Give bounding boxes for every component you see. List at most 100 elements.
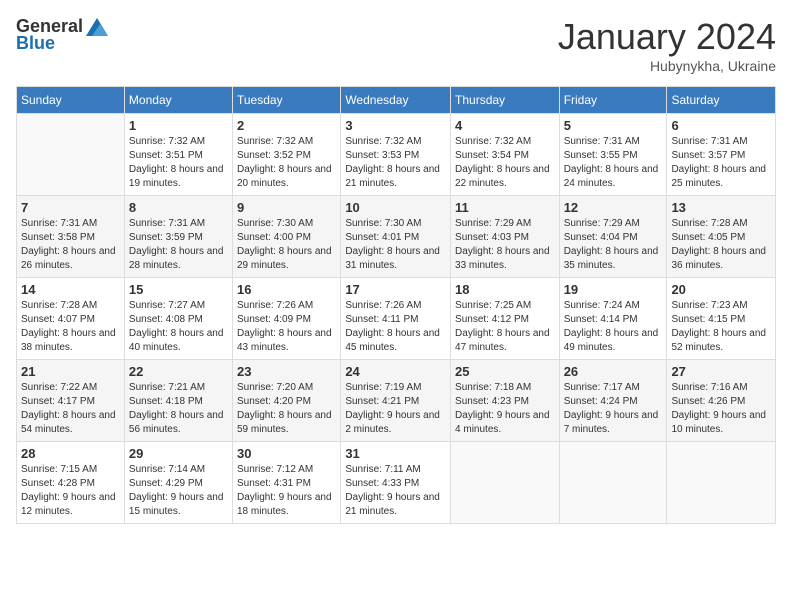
day-info: Sunrise: 7:26 AMSunset: 4:11 PMDaylight:… bbox=[345, 299, 446, 355]
table-row: 13 Sunrise: 7:28 AMSunset: 4:05 PMDayligh… bbox=[667, 196, 776, 278]
day-number: 6 bbox=[671, 118, 771, 133]
header-thursday: Thursday bbox=[451, 87, 560, 114]
calendar-week-row: 14 Sunrise: 7:28 AMSunset: 4:07 PMDayligh… bbox=[17, 278, 776, 360]
table-row: 10Sunrise: 7:30 AMSunset: 4:01 PMDayligh… bbox=[341, 196, 451, 278]
table-row: 14 Sunrise: 7:28 AMSunset: 4:07 PMDayligh… bbox=[17, 278, 125, 360]
table-row: 5 Sunrise: 7:31 AMSunset: 3:55 PMDaylight… bbox=[559, 114, 667, 196]
table-row bbox=[667, 442, 776, 524]
table-row: 24 Sunrise: 7:19 AMSunset: 4:21 PMDayligh… bbox=[341, 360, 451, 442]
day-number: 3 bbox=[345, 118, 446, 133]
logo-icon bbox=[86, 18, 108, 36]
day-info: Sunrise: 7:22 AMSunset: 4:17 PMDaylight:… bbox=[21, 381, 120, 437]
day-number: 31 bbox=[345, 446, 446, 461]
logo: General Blue bbox=[16, 16, 109, 54]
table-row: 8 Sunrise: 7:31 AMSunset: 3:59 PMDaylight… bbox=[124, 196, 232, 278]
day-info: Sunrise: 7:32 AMSunset: 3:52 PMDaylight:… bbox=[237, 135, 336, 191]
day-info: Sunrise: 7:29 AMSunset: 4:04 PMDaylight:… bbox=[564, 217, 663, 273]
table-row: 9Sunrise: 7:30 AMSunset: 4:00 PMDaylight… bbox=[233, 196, 341, 278]
day-number: 12 bbox=[564, 200, 663, 215]
day-number: 29 bbox=[129, 446, 228, 461]
day-number: 7 bbox=[21, 200, 120, 215]
header-monday: Monday bbox=[124, 87, 232, 114]
day-info: Sunrise: 7:29 AMSunset: 4:03 PMDaylight:… bbox=[455, 217, 555, 273]
header-tuesday: Tuesday bbox=[233, 87, 341, 114]
table-row: 29Sunrise: 7:14 AMSunset: 4:29 PMDayligh… bbox=[124, 442, 232, 524]
calendar-table: Sunday Monday Tuesday Wednesday Thursday… bbox=[16, 86, 776, 524]
day-info: Sunrise: 7:16 AMSunset: 4:26 PMDaylight:… bbox=[671, 381, 771, 437]
day-number: 4 bbox=[455, 118, 555, 133]
day-number: 24 bbox=[345, 364, 446, 379]
table-row: 17 Sunrise: 7:26 AMSunset: 4:11 PMDayligh… bbox=[341, 278, 451, 360]
day-number: 27 bbox=[671, 364, 771, 379]
table-row: 18 Sunrise: 7:25 AMSunset: 4:12 PMDayligh… bbox=[451, 278, 560, 360]
day-info: Sunrise: 7:32 AMSunset: 3:53 PMDaylight:… bbox=[345, 135, 446, 191]
day-info: Sunrise: 7:21 AMSunset: 4:18 PMDaylight:… bbox=[129, 381, 228, 437]
table-row: 21 Sunrise: 7:22 AMSunset: 4:17 PMDayligh… bbox=[17, 360, 125, 442]
table-row: 4 Sunrise: 7:32 AMSunset: 3:54 PMDaylight… bbox=[451, 114, 560, 196]
day-number: 25 bbox=[455, 364, 555, 379]
logo-blue-text: Blue bbox=[16, 33, 55, 54]
day-number: 10 bbox=[345, 200, 446, 215]
day-info: Sunrise: 7:12 AMSunset: 4:31 PMDaylight:… bbox=[237, 463, 336, 519]
day-number: 1 bbox=[129, 118, 228, 133]
day-number: 8 bbox=[129, 200, 228, 215]
table-row: 6Sunrise: 7:31 AMSunset: 3:57 PMDaylight… bbox=[667, 114, 776, 196]
day-info: Sunrise: 7:25 AMSunset: 4:12 PMDaylight:… bbox=[455, 299, 555, 355]
table-row bbox=[451, 442, 560, 524]
day-number: 23 bbox=[237, 364, 336, 379]
table-row: 23 Sunrise: 7:20 AMSunset: 4:20 PMDayligh… bbox=[233, 360, 341, 442]
day-number: 9 bbox=[237, 200, 336, 215]
day-info: Sunrise: 7:18 AMSunset: 4:23 PMDaylight:… bbox=[455, 381, 555, 437]
table-row: 11 Sunrise: 7:29 AMSunset: 4:03 PMDayligh… bbox=[451, 196, 560, 278]
day-number: 13 bbox=[671, 200, 771, 215]
day-info: Sunrise: 7:15 AMSunset: 4:28 PMDaylight:… bbox=[21, 463, 120, 519]
table-row: 25 Sunrise: 7:18 AMSunset: 4:23 PMDayligh… bbox=[451, 360, 560, 442]
table-row: 27 Sunrise: 7:16 AMSunset: 4:26 PMDayligh… bbox=[667, 360, 776, 442]
title-section: January 2024 Hubynykha, Ukraine bbox=[558, 16, 776, 74]
header-wednesday: Wednesday bbox=[341, 87, 451, 114]
day-info: Sunrise: 7:31 AMSunset: 3:59 PMDaylight:… bbox=[129, 217, 228, 273]
day-info: Sunrise: 7:32 AMSunset: 3:51 PMDaylight:… bbox=[129, 135, 228, 191]
table-row bbox=[17, 114, 125, 196]
header-friday: Friday bbox=[559, 87, 667, 114]
day-number: 18 bbox=[455, 282, 555, 297]
page-header: General Blue January 2024 Hubynykha, Ukr… bbox=[16, 16, 776, 74]
day-info: Sunrise: 7:31 AMSunset: 3:58 PMDaylight:… bbox=[21, 217, 120, 273]
day-info: Sunrise: 7:17 AMSunset: 4:24 PMDaylight:… bbox=[564, 381, 663, 437]
table-row: 7 Sunrise: 7:31 AMSunset: 3:58 PMDaylight… bbox=[17, 196, 125, 278]
header-sunday: Sunday bbox=[17, 87, 125, 114]
day-number: 20 bbox=[671, 282, 771, 297]
day-info: Sunrise: 7:26 AMSunset: 4:09 PMDaylight:… bbox=[237, 299, 336, 355]
calendar-week-row: 7 Sunrise: 7:31 AMSunset: 3:58 PMDaylight… bbox=[17, 196, 776, 278]
day-info: Sunrise: 7:23 AMSunset: 4:15 PMDaylight:… bbox=[671, 299, 771, 355]
day-number: 21 bbox=[21, 364, 120, 379]
day-number: 11 bbox=[455, 200, 555, 215]
table-row: 26Sunrise: 7:17 AMSunset: 4:24 PMDayligh… bbox=[559, 360, 667, 442]
day-number: 19 bbox=[564, 282, 663, 297]
day-info: Sunrise: 7:19 AMSunset: 4:21 PMDaylight:… bbox=[345, 381, 446, 437]
day-number: 14 bbox=[21, 282, 120, 297]
calendar-week-row: 28 Sunrise: 7:15 AMSunset: 4:28 PMDayligh… bbox=[17, 442, 776, 524]
location-subtitle: Hubynykha, Ukraine bbox=[558, 58, 776, 74]
day-number: 22 bbox=[129, 364, 228, 379]
day-number: 5 bbox=[564, 118, 663, 133]
table-row: 12 Sunrise: 7:29 AMSunset: 4:04 PMDayligh… bbox=[559, 196, 667, 278]
day-info: Sunrise: 7:11 AMSunset: 4:33 PMDaylight:… bbox=[345, 463, 446, 519]
table-row: 22 Sunrise: 7:21 AMSunset: 4:18 PMDayligh… bbox=[124, 360, 232, 442]
day-info: Sunrise: 7:28 AMSunset: 4:07 PMDaylight:… bbox=[21, 299, 120, 355]
table-row: 31 Sunrise: 7:11 AMSunset: 4:33 PMDayligh… bbox=[341, 442, 451, 524]
day-number: 28 bbox=[21, 446, 120, 461]
day-info: Sunrise: 7:24 AMSunset: 4:14 PMDaylight:… bbox=[564, 299, 663, 355]
table-row: 1 Sunrise: 7:32 AMSunset: 3:51 PMDaylight… bbox=[124, 114, 232, 196]
table-row: 30Sunrise: 7:12 AMSunset: 4:31 PMDayligh… bbox=[233, 442, 341, 524]
day-number: 17 bbox=[345, 282, 446, 297]
calendar-week-row: 21 Sunrise: 7:22 AMSunset: 4:17 PMDayligh… bbox=[17, 360, 776, 442]
table-row: 3 Sunrise: 7:32 AMSunset: 3:53 PMDaylight… bbox=[341, 114, 451, 196]
day-info: Sunrise: 7:20 AMSunset: 4:20 PMDaylight:… bbox=[237, 381, 336, 437]
table-row: 19 Sunrise: 7:24 AMSunset: 4:14 PMDayligh… bbox=[559, 278, 667, 360]
day-info: Sunrise: 7:32 AMSunset: 3:54 PMDaylight:… bbox=[455, 135, 555, 191]
day-info: Sunrise: 7:31 AMSunset: 3:55 PMDaylight:… bbox=[564, 135, 663, 191]
day-number: 15 bbox=[129, 282, 228, 297]
day-info: Sunrise: 7:28 AMSunset: 4:05 PMDaylight:… bbox=[671, 217, 771, 273]
calendar-header-row: Sunday Monday Tuesday Wednesday Thursday… bbox=[17, 87, 776, 114]
